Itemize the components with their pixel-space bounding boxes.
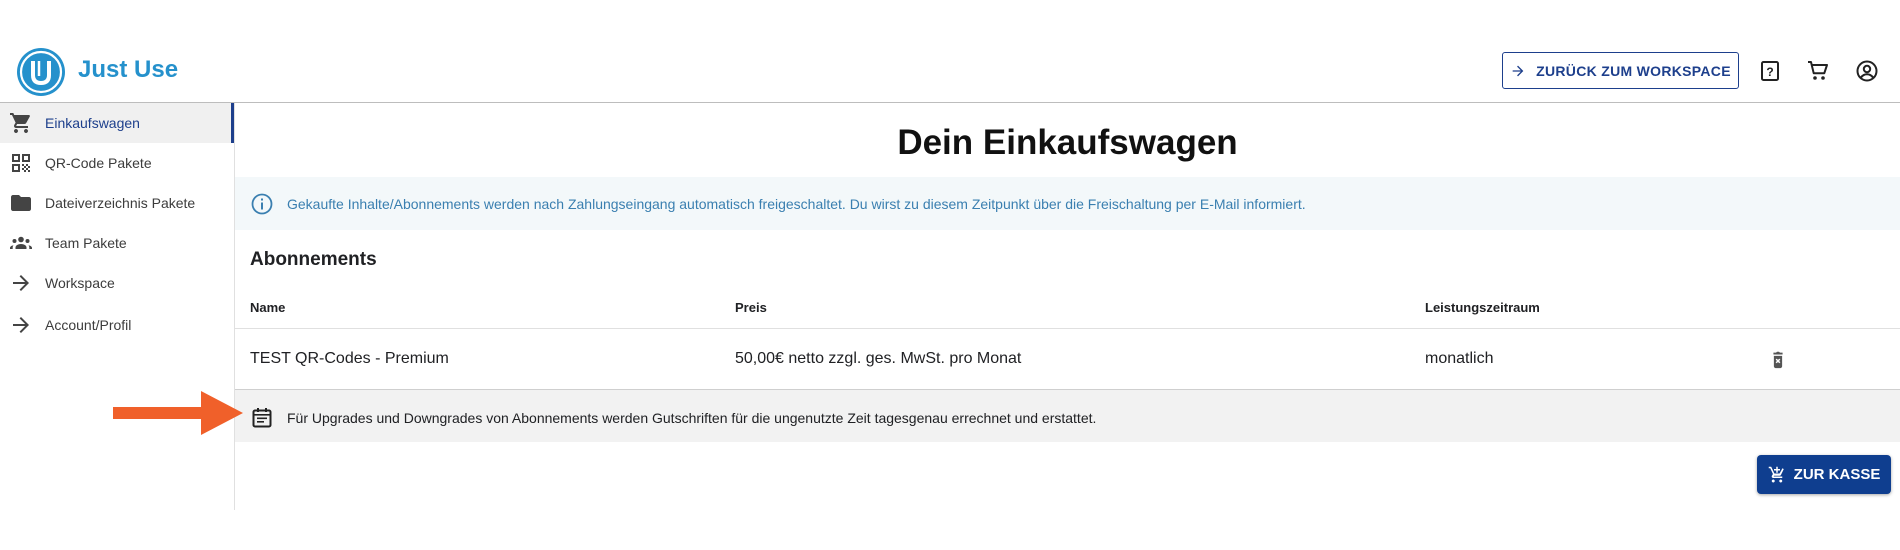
sidebar-item-label: QR-Code Pakete xyxy=(45,155,152,171)
column-header-leistungszeitraum: Leistungszeitraum xyxy=(1425,300,1540,315)
column-header-name: Name xyxy=(250,300,286,315)
cart-icon xyxy=(10,113,30,133)
calendar-note-icon xyxy=(252,408,272,428)
page-title: Dein Einkaufswagen xyxy=(897,123,1238,162)
checkout-button[interactable]: ZUR KASSE xyxy=(1757,455,1891,494)
row-price: 50,00€ netto zzgl. ges. MwSt. pro Monat xyxy=(735,350,1022,367)
sidebar-item-einkaufswagen[interactable]: Einkaufswagen xyxy=(0,103,234,143)
checkout-label: ZUR KASSE xyxy=(1793,466,1881,483)
arrow-right-icon xyxy=(13,275,29,291)
svg-text:?: ? xyxy=(1766,65,1773,79)
delete-icon[interactable] xyxy=(1767,349,1789,371)
row-period: monatlich xyxy=(1425,350,1494,367)
row-name: TEST QR-Codes - Premium xyxy=(250,350,449,367)
sidebar-item-label: Dateiverzeichnis Pakete xyxy=(45,195,196,211)
info-icon xyxy=(251,193,273,215)
brand-name[interactable]: Just Use xyxy=(78,55,178,85)
account-circle-icon[interactable] xyxy=(1855,59,1879,83)
sidebar-item-account-profil[interactable]: Account/Profil xyxy=(0,305,234,345)
annotation-arrow-icon xyxy=(113,391,243,435)
main-content: Dein Einkaufswagen Gekaufte Inhalte/Abon… xyxy=(235,103,1900,550)
sidebar-item-qr-code-pakete[interactable]: QR-Code Pakete xyxy=(0,143,234,183)
column-header-preis: Preis xyxy=(735,300,767,315)
folder-icon xyxy=(11,195,31,211)
upgrade-note-text: Für Upgrades und Downgrades von Abonneme… xyxy=(287,410,1097,426)
back-to-workspace-button[interactable]: ZURÜCK ZUM WORKSPACE xyxy=(1502,52,1739,89)
sidebar: Einkaufswagen QR-Code Pakete Dateiverzei… xyxy=(0,103,235,510)
upgrade-note-banner: Für Upgrades und Downgrades von Abonneme… xyxy=(235,389,1900,442)
add-shopping-cart-icon xyxy=(1768,466,1784,482)
cart-icon[interactable] xyxy=(1806,59,1830,83)
logo-u-icon xyxy=(19,50,63,94)
sidebar-item-team-pakete[interactable]: Team Pakete xyxy=(0,223,234,263)
sidebar-item-workspace[interactable]: Workspace xyxy=(0,263,234,303)
help-icon[interactable]: ? xyxy=(1758,59,1782,83)
brand-logo[interactable] xyxy=(17,48,65,96)
sidebar-item-dateiverzeichnis-pakete[interactable]: Dateiverzeichnis Pakete xyxy=(0,183,234,223)
team-icon xyxy=(10,236,32,249)
table-header-divider xyxy=(235,328,1900,329)
qr-code-icon xyxy=(12,154,30,172)
arrow-right-icon xyxy=(13,317,29,333)
top-header: Just Use ZURÜCK ZUM WORKSPACE ? xyxy=(0,0,1900,103)
arrow-right-icon xyxy=(1512,65,1524,76)
section-title-abonnements: Abonnements xyxy=(250,249,377,270)
back-to-workspace-label: ZURÜCK ZUM WORKSPACE xyxy=(1536,62,1731,79)
sidebar-item-label: Account/Profil xyxy=(45,317,132,333)
info-banner: Gekaufte Inhalte/Abonnements werden nach… xyxy=(235,177,1900,230)
info-text: Gekaufte Inhalte/Abonnements werden nach… xyxy=(287,196,1306,212)
sidebar-item-label: Workspace xyxy=(45,275,115,291)
sidebar-item-label: Einkaufswagen xyxy=(45,115,140,131)
sidebar-item-label: Team Pakete xyxy=(45,235,127,251)
